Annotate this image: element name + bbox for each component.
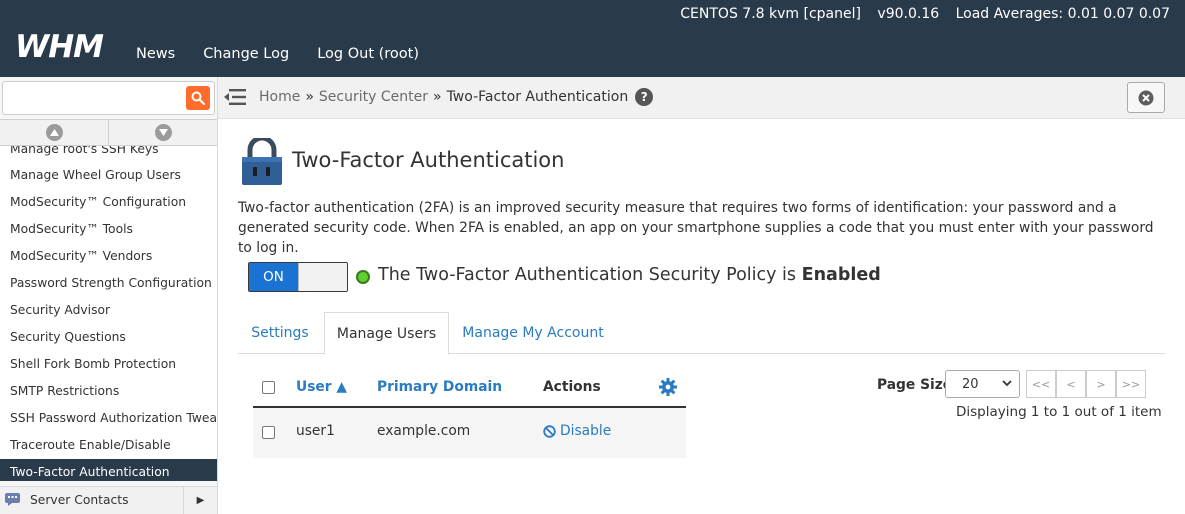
search-input[interactable] (7, 86, 182, 110)
search-icon (191, 91, 205, 105)
page-size-value: 20 (962, 377, 979, 392)
breadcrumb-bar: Home » Security Center » Two-Factor Auth… (218, 77, 1185, 119)
policy-prefix: The Two-Factor Authentication Security P… (378, 265, 797, 285)
row-checkbox[interactable] (262, 426, 275, 439)
sidebar-item-manage-wheel-group-users[interactable]: Manage Wheel Group Users (0, 162, 217, 189)
table-header: User ▲ Primary Domain Actions (253, 370, 686, 408)
next-page-button[interactable]: > (1086, 370, 1116, 398)
column-primary-domain[interactable]: Primary Domain (377, 379, 502, 395)
toggle-on-label: ON (249, 263, 298, 291)
sidebar-item-modsecurity-vendors[interactable]: ModSecurity™ Vendors (0, 243, 217, 270)
sidebar-item-shell-fork-bomb[interactable]: Shell Fork Bomb Protection (0, 351, 217, 378)
page-size-select[interactable]: 20 (945, 370, 1020, 398)
breadcrumb-separator: » (432, 89, 442, 105)
whm-logo[interactable]: WHM (15, 31, 117, 61)
tab-manage-users[interactable]: Manage Users (324, 312, 449, 355)
expand-arrow-icon[interactable]: ▶ (183, 487, 217, 514)
close-icon (1138, 90, 1154, 105)
load-averages: Load Averages: 0.01 0.07 0.07 (955, 6, 1170, 22)
disable-button[interactable]: Disable (543, 423, 611, 439)
system-info: CENTOS 7.8 kvm [cpanel] v90.0.16 Load Av… (668, 6, 1170, 22)
toggle-knob (298, 263, 347, 291)
page-size-label: Page Size (877, 377, 953, 393)
breadcrumb-home[interactable]: Home (259, 89, 300, 105)
tab-bar: Settings Manage Users Manage My Account (238, 312, 1165, 355)
prev-page-button[interactable]: < (1056, 370, 1086, 398)
first-page-button[interactable]: << (1026, 370, 1056, 398)
sidebar-item-security-advisor[interactable]: Security Advisor (0, 297, 217, 324)
cell-domain: example.com (377, 423, 471, 439)
contacts-icon (5, 493, 20, 506)
breadcrumb-current: Two-Factor Authentication (446, 89, 629, 105)
page-title: Two-Factor Authentication (292, 148, 565, 172)
sidebar-item-modsecurity-tools[interactable]: ModSecurity™ Tools (0, 216, 217, 243)
users-table: User ▲ Primary Domain Actions user1 exam… (253, 370, 686, 458)
sidebar-list: Manage root's SSH Keys Manage Wheel Grou… (0, 146, 217, 481)
main-content: Two-Factor Authentication Two-factor aut… (218, 120, 1185, 514)
top-header: CENTOS 7.8 kvm [cpanel] v90.0.16 Load Av… (0, 0, 1185, 77)
policy-toggle[interactable]: ON (248, 262, 348, 292)
chevron-down-icon (154, 124, 172, 141)
top-nav: News Change Log Log Out (root) (136, 46, 447, 62)
close-button[interactable] (1127, 82, 1165, 113)
gear-icon[interactable] (659, 378, 677, 396)
sidebar-scroll-controls (0, 119, 217, 146)
policy-state: Enabled (801, 265, 881, 285)
os-info: CENTOS 7.8 kvm [cpanel] (680, 6, 861, 22)
last-page-button[interactable]: >> (1116, 370, 1146, 398)
search-button[interactable] (186, 86, 210, 110)
chevron-down-icon (1002, 380, 1012, 387)
breadcrumb-separator: » (305, 89, 314, 105)
sidebar-section-server-contacts[interactable]: Server Contacts ▶ (0, 486, 217, 514)
tab-manage-my-account[interactable]: Manage My Account (451, 312, 615, 354)
breadcrumb-security-center[interactable]: Security Center (319, 89, 428, 105)
chevron-up-icon (45, 124, 63, 141)
sidebar-item-manage-root-ssh-keys[interactable]: Manage root's SSH Keys (0, 146, 217, 162)
column-user[interactable]: User ▲ (296, 379, 347, 395)
ban-icon (543, 424, 556, 438)
logo-text: WHM (15, 31, 104, 61)
lock-icon (242, 138, 282, 185)
table-row: user1 example.com Disable (253, 408, 686, 458)
sidebar: Manage root's SSH Keys Manage Wheel Grou… (0, 77, 218, 514)
help-icon[interactable]: ? (635, 88, 654, 106)
menu-collapse-icon[interactable] (224, 88, 246, 106)
scroll-down-button[interactable] (109, 120, 217, 145)
sidebar-item-smtp-restrictions[interactable]: SMTP Restrictions (0, 378, 217, 405)
version-info: v90.0.16 (877, 6, 940, 22)
sidebar-item-password-strength[interactable]: Password Strength Configuration (0, 270, 217, 297)
page-description: Two-factor authentication (2FA) is an im… (238, 200, 1154, 256)
sidebar-item-modsecurity-configuration[interactable]: ModSecurity™ Configuration (0, 189, 217, 216)
breadcrumb: Home » Security Center » Two-Factor Auth… (259, 88, 654, 106)
sidebar-item-traceroute[interactable]: Traceroute Enable/Disable (0, 432, 217, 459)
status-indicator-icon (356, 270, 370, 284)
select-all-checkbox[interactable] (262, 381, 275, 394)
scroll-up-button[interactable] (0, 120, 109, 145)
nav-logout[interactable]: Log Out (root) (317, 46, 419, 62)
column-actions: Actions (543, 379, 601, 395)
cell-user: user1 (296, 423, 335, 439)
tab-settings[interactable]: Settings (238, 312, 322, 354)
sidebar-item-security-questions[interactable]: Security Questions (0, 324, 217, 351)
nav-news[interactable]: News (136, 46, 175, 62)
server-contacts-label: Server Contacts (30, 493, 129, 507)
sidebar-item-ssh-password-tweak[interactable]: SSH Password Authorization Tweak (0, 405, 217, 432)
nav-change-log[interactable]: Change Log (203, 46, 289, 62)
disable-label: Disable (560, 423, 612, 439)
display-count: Displaying 1 to 1 out of 1 item (956, 404, 1162, 420)
sidebar-item-two-factor-auth[interactable]: Two-Factor Authentication (0, 459, 217, 481)
policy-status: The Two-Factor Authentication Security P… (378, 265, 881, 285)
sidebar-search (2, 81, 215, 115)
